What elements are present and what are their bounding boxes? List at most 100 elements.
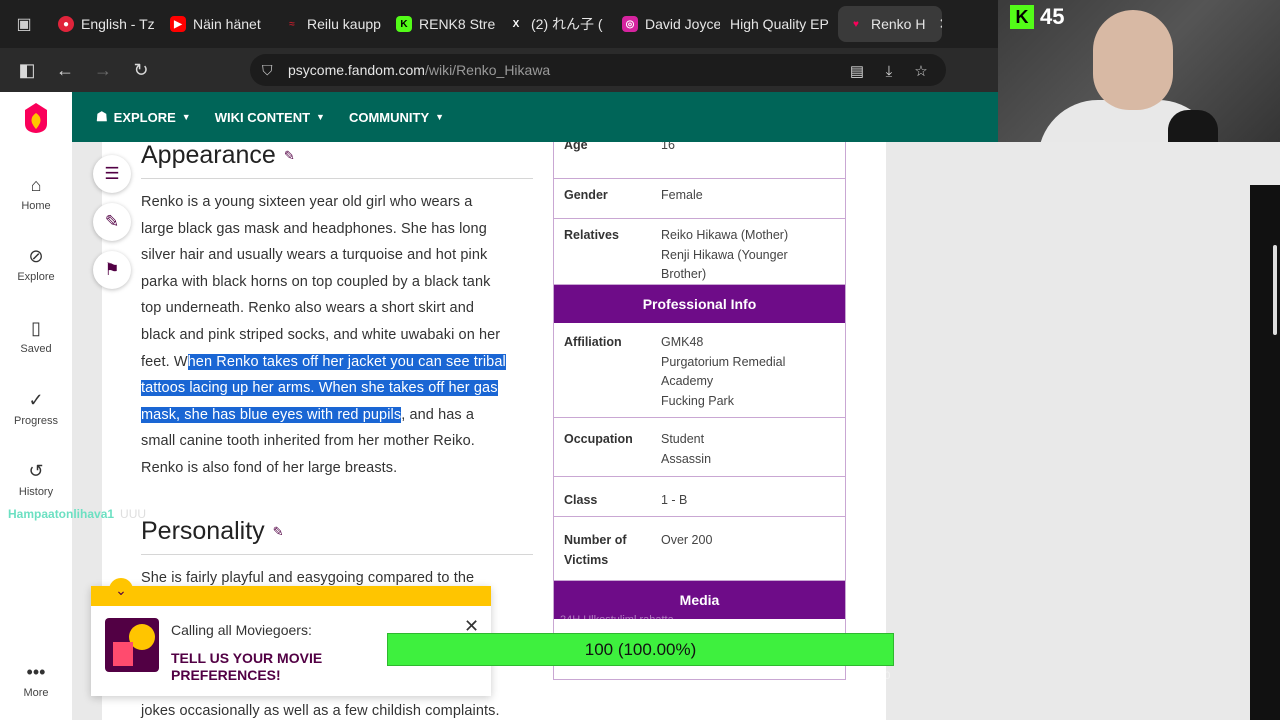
chevron-down-icon: ▼ [316, 112, 325, 122]
tab-active[interactable]: ♥ Renko H ✕ [838, 6, 942, 42]
edit-icon[interactable]: ✎ [93, 203, 131, 241]
promo-banner-bar [91, 586, 491, 606]
tab-actions-icon[interactable]: ▣ [0, 0, 48, 48]
fandom-global-nav: ⌂ Home ⊘ Explore ▯ Saved ✓ Progress ↺ Hi… [0, 92, 72, 720]
nav-explore[interactable]: ☗ EXPLORE ▼ [96, 109, 191, 125]
edit-pencil-icon[interactable]: ✎ [284, 148, 295, 163]
movie-promo-image [105, 618, 159, 672]
explore-icon: ☗ [96, 109, 108, 124]
text-line: top underneath. Renko also wears a short… [141, 300, 475, 317]
infobox-value-list: GMK48 Purgatorium Remedial Academy Fucki… [661, 333, 841, 411]
appearance-paragraph: Renko is a young sixteen year old girl w… [141, 189, 539, 482]
address-bar[interactable]: ⛉ psycome.fandom.com /wiki/Renko_Hikawa … [250, 54, 946, 86]
stream-goal-progress: 100 (100.00%) [387, 633, 894, 666]
close-tab-icon[interactable]: ✕ [938, 15, 942, 33]
rail-label: More [23, 687, 49, 699]
chat-username: Hampaatonlihava1 [8, 507, 115, 521]
infobox-row-occupation: Occupation Student Assassin [554, 418, 845, 477]
goal-min: 0 [389, 670, 396, 682]
label-line: Number of [564, 533, 627, 547]
chevron-down-icon[interactable]: ⌄ [109, 578, 133, 602]
star-icon[interactable]: ☆ [910, 60, 932, 82]
back-icon[interactable]: ← [46, 48, 84, 92]
youtube-icon: ▶ [170, 16, 186, 32]
tab-title: RENK8 Stre [419, 16, 496, 32]
infobox-link[interactable]: Fucking Park [661, 392, 841, 412]
history-icon: ↺ [28, 461, 44, 481]
rail-label: Progress [13, 415, 59, 427]
nav-wiki-content[interactable]: WIKI CONTENT ▼ [215, 110, 325, 125]
text-line: Renko is a young sixteen year old girl w… [141, 194, 473, 210]
infobox-section-professional: Professional Info [554, 285, 845, 323]
infobox-label: Class [564, 493, 598, 507]
sidebar-toggle-icon[interactable]: ◧ [8, 48, 46, 92]
tab[interactable]: High Quality EP [720, 6, 838, 42]
infobox-link[interactable]: Renji Hikawa (Younger [661, 246, 841, 266]
tab[interactable]: ● English - Tz [48, 6, 160, 42]
rail-item-progress[interactable]: ✓ Progress [0, 389, 72, 427]
edit-pencil-icon[interactable]: ✎ [273, 524, 284, 539]
infobox-value-list: Student Assassin [661, 430, 841, 469]
nav-label: COMMUNITY [348, 109, 430, 125]
infobox-value-line: Student [661, 432, 705, 446]
forward-icon[interactable]: → [84, 48, 122, 92]
infobox-row-victims: Number of Victims Over 200 [554, 517, 845, 581]
infobox-row-age: Age 16 [554, 142, 845, 179]
tab[interactable]: ◎ David Joyce [612, 6, 720, 42]
shield-icon: ⛉ [262, 61, 273, 78]
scrollbar-thumb[interactable] [1273, 245, 1277, 335]
rail-label: History [18, 486, 54, 498]
heading-divider [141, 554, 533, 555]
infobox-value-line[interactable]: Academy [661, 372, 841, 392]
infobox-row-affiliation: Affiliation GMK48 Purgatorium Remedial A… [554, 323, 845, 418]
infobox-value: Female [661, 188, 703, 202]
screen: ▣ ● English - Tz ▶ Näin hänet ≈ Reilu ka… [0, 0, 1280, 720]
tab[interactable]: ▶ Näin hänet [160, 6, 274, 42]
rail-item-history[interactable]: ↺ History [0, 460, 72, 498]
fandom-icon: ♥ [853, 18, 859, 30]
text-line: silver hair and usually wears a turquois… [141, 247, 488, 264]
nav-label: EXPLORE [113, 109, 176, 125]
x-icon: X [512, 18, 520, 30]
rail-item-saved[interactable]: ▯ Saved [0, 317, 72, 355]
reload-icon[interactable]: ↻ [122, 48, 160, 92]
rail-item-explore[interactable]: ⊘ Explore [0, 245, 72, 283]
rail-label: Saved [20, 343, 52, 355]
tab[interactable]: ≈ Reilu kaupp [274, 6, 386, 42]
kick-icon: K [1010, 5, 1034, 29]
bookmark-icon[interactable]: ⚑ [93, 251, 131, 289]
tab-favicon-icon: ● [58, 16, 74, 32]
infobox-link[interactable]: GMK48 [661, 333, 841, 353]
infobox-label: Age [564, 142, 588, 152]
character-infobox: Age 16 Gender Female Relatives Reiko Hik… [553, 142, 846, 680]
bookmark-icon: ▯ [31, 318, 41, 338]
rail-item-more[interactable]: ••• More [0, 661, 72, 699]
download-icon[interactable]: ⤓ [878, 60, 900, 82]
infobox-value: 1 - B [661, 493, 688, 507]
rail-item-home[interactable]: ⌂ Home [0, 174, 72, 212]
promo-heading: Calling all Moviegoers: [171, 622, 312, 638]
tab-title: High Quality EP [730, 16, 829, 32]
infobox-label: Relatives [564, 228, 619, 242]
tab[interactable]: K RENK8 Stre [386, 6, 498, 42]
table-of-contents-icon[interactable]: ☰ [93, 155, 131, 193]
label-line: Victims [564, 552, 609, 567]
text-line: black and pink striped socks, and white … [141, 326, 501, 343]
personality-paragraph-end: jokes occasionally as well as a few chil… [141, 698, 539, 720]
infobox-row-relatives: Relatives Reiko Hikawa (Mother) Renji Hi… [554, 219, 845, 285]
promo-cta[interactable]: TELL US YOUR MOVIE PREFERENCES! [171, 650, 322, 684]
infobox-link[interactable]: Purgatorium Remedial [661, 353, 841, 373]
section-heading-appearance: Appearance ✎ [141, 141, 295, 170]
nav-community[interactable]: COMMUNITY ▼ [349, 110, 444, 125]
reader-mode-icon[interactable]: ▤ [846, 60, 868, 82]
selected-text: mask, she has blue eyes with red pupils [141, 406, 402, 423]
text-line: parka with black horns on top coupled by… [141, 273, 491, 290]
infobox-link[interactable]: Reiko Hikawa (Mother) [661, 226, 841, 246]
tab[interactable]: X (2) れん子 ( [498, 6, 612, 42]
wiki-top-nav: ☗ EXPLORE ▼ WIKI CONTENT ▼ COMMUNITY ▼ [72, 92, 998, 142]
heading-text: Personality [141, 517, 265, 545]
fandom-logo-icon[interactable] [22, 102, 50, 134]
infobox-value-line[interactable]: Brother) [661, 265, 841, 285]
tab-favicon-icon: ≈ [289, 18, 295, 30]
chat-text: UUU [120, 507, 147, 521]
